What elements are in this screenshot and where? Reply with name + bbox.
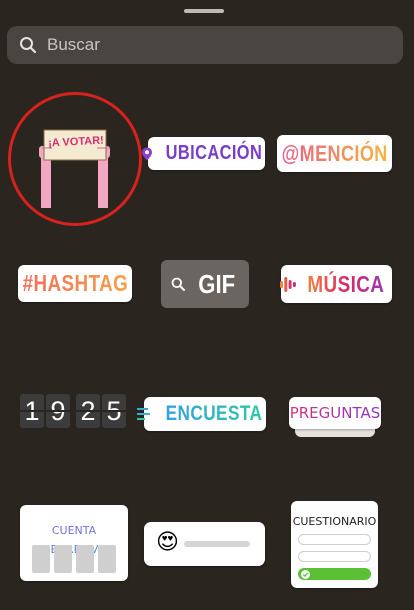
clock-digit: 5	[102, 394, 126, 428]
countdown-box	[98, 545, 116, 573]
countdown-box	[76, 545, 94, 573]
countdown-label: CUENTA REGRESIVA	[42, 524, 106, 556]
clock-digit: 9	[46, 394, 70, 428]
questions-sticker[interactable]: PREGUNTAS	[289, 397, 381, 439]
highlight-circle	[8, 92, 142, 226]
location-label: UBICACIÓN	[165, 142, 262, 164]
search-icon	[19, 36, 37, 54]
quiz-label: CUESTIONARIO	[292, 515, 377, 528]
countdown-box	[32, 545, 50, 573]
hashtag-sticker[interactable]: #HASHTAG	[18, 265, 132, 302]
music-label: MÚSICA	[307, 270, 385, 297]
questions-label: PREGUNTAS	[289, 404, 381, 422]
poll-lines-icon	[137, 408, 151, 420]
hashtag-label: #HASHTAG	[22, 270, 128, 296]
search-input[interactable]	[45, 34, 349, 56]
clock-sticker[interactable]: 1 9 2 5	[20, 394, 130, 434]
questions-card-front: PREGUNTAS	[289, 397, 381, 429]
clock-digit: 2	[76, 394, 100, 428]
quiz-option	[298, 551, 371, 562]
poll-label: ENCUESTA	[165, 402, 263, 425]
mention-sticker[interactable]: @MENCIÓN	[277, 135, 392, 172]
location-pin-icon	[141, 147, 153, 161]
gif-search-icon	[171, 277, 186, 291]
drag-handle[interactable]	[184, 9, 224, 13]
mention-label: @MENCIÓN	[281, 140, 388, 166]
check-icon	[301, 569, 310, 579]
clock-digit: 1	[20, 394, 44, 428]
gif-label: GIF	[198, 268, 236, 299]
heart-eyes-emoji: 😍	[156, 530, 179, 555]
music-sticker[interactable]: MÚSICA	[280, 265, 392, 303]
countdown-box	[54, 545, 72, 573]
gif-sticker[interactable]: GIF	[161, 260, 249, 308]
quiz-option	[298, 534, 371, 545]
search-bar[interactable]	[7, 26, 403, 64]
slider-track	[184, 541, 250, 547]
audio-bars-icon	[280, 275, 297, 293]
countdown-sticker[interactable]: CUENTA REGRESIVA	[20, 505, 128, 581]
poll-sticker[interactable]: ENCUESTA	[137, 397, 266, 431]
quiz-option-correct	[298, 568, 371, 580]
location-sticker[interactable]: UBICACIÓN	[141, 137, 265, 170]
emoji-slider-sticker[interactable]: 😍	[144, 522, 265, 566]
quiz-sticker[interactable]: CUESTIONARIO	[291, 501, 378, 588]
